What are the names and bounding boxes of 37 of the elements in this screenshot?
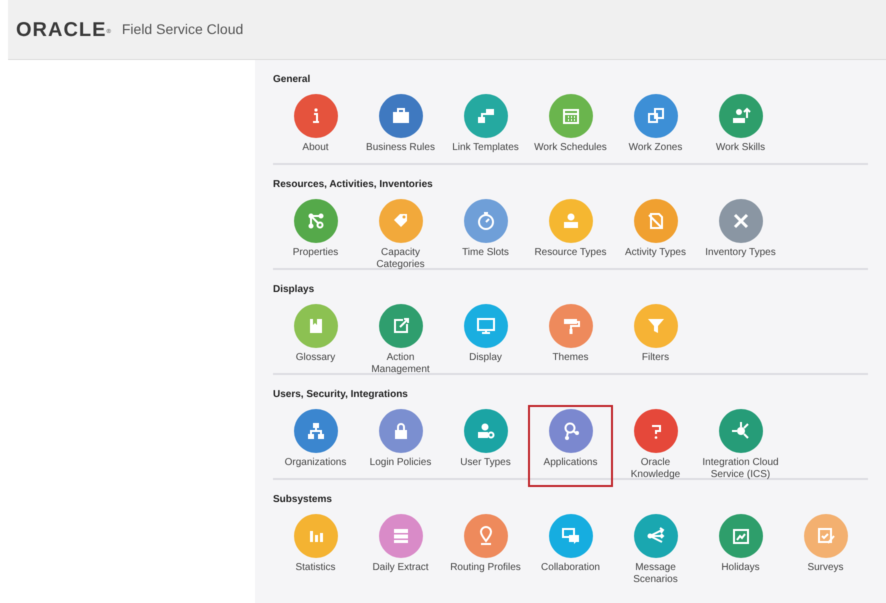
admin-tile[interactable]: Integration Cloud Service (ICS) (698, 405, 783, 487)
admin-tile[interactable]: Glossary (273, 300, 358, 382)
admin-tile[interactable]: Properties (273, 195, 358, 277)
admin-tile[interactable]: Inventory Types (698, 195, 783, 277)
admin-tile[interactable]: Surveys (783, 510, 868, 592)
admin-tile[interactable]: Work Schedules (528, 90, 613, 172)
section-title: Users, Security, Integrations (273, 389, 409, 401)
admin-tile[interactable]: Oracle Knowledge (613, 405, 698, 487)
admin-tile[interactable]: Collaboration (528, 510, 613, 592)
admin-tile[interactable]: Action Management (358, 300, 443, 382)
section-title: Displays (273, 284, 316, 296)
admin-tile[interactable]: Resource Types (528, 195, 613, 277)
admin-tile[interactable]: Statistics (273, 510, 358, 592)
admin-tile[interactable]: Daily Extract (358, 510, 443, 592)
admin-tile[interactable]: Work Zones (613, 90, 698, 172)
product-name: Field Service Cloud (122, 20, 244, 39)
admin-tile[interactable]: User Types (443, 405, 528, 487)
admin-tile[interactable]: Time Slots (443, 195, 528, 277)
admin-tile[interactable]: Link Templates (443, 90, 528, 172)
section-title: Subsystems (273, 494, 333, 506)
admin-tile[interactable]: Holidays (698, 510, 783, 592)
admin-tile[interactable]: Filters (613, 300, 698, 382)
admin-tile[interactable]: Message Scenarios (613, 510, 698, 592)
admin-tile[interactable]: Capacity Categories (358, 195, 443, 277)
admin-tile[interactable]: Activity Types (613, 195, 698, 277)
admin-tile[interactable]: Display (443, 300, 528, 382)
admin-tile[interactable]: Business Rules (358, 90, 443, 172)
admin-tile[interactable]: Login Policies (358, 405, 443, 487)
section-title: General (273, 74, 312, 86)
admin-tile[interactable]: Applications (528, 405, 613, 487)
admin-tile[interactable]: Work Skills (698, 90, 783, 172)
admin-tile[interactable]: Organizations (273, 405, 358, 487)
admin-tile[interactable]: Routing Profiles (443, 510, 528, 592)
admin-tile[interactable]: About (273, 90, 358, 172)
oracle-logo: ORACLE$^{®}$ (16, 18, 112, 42)
section-title: Resources, Activities, Inventories (273, 179, 434, 191)
admin-tile[interactable]: Themes (528, 300, 613, 382)
